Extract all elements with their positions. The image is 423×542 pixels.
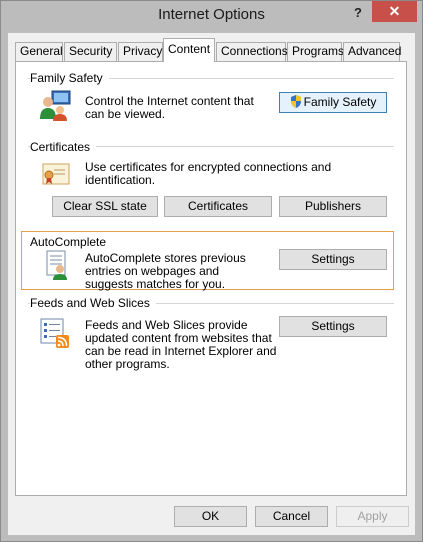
certificates-button[interactable]: Certificates — [164, 196, 272, 217]
autocomplete-description: AutoComplete stores previous entries on … — [85, 251, 246, 291]
tab-connections[interactable]: Connections — [216, 42, 288, 61]
ok-button[interactable]: OK — [174, 506, 247, 527]
help-button[interactable]: ? — [345, 2, 371, 24]
title-bar[interactable]: Internet Options ? ✕ — [1, 1, 422, 33]
tab-content[interactable]: Content — [163, 38, 215, 62]
family-safety-button[interactable]: Family Safety — [279, 92, 387, 113]
autocomplete-settings-button[interactable]: Settings — [279, 249, 387, 270]
feeds-heading: Feeds and Web Slices — [30, 296, 156, 310]
uac-shield-icon — [290, 95, 301, 108]
feeds-settings-button[interactable]: Settings — [279, 316, 387, 337]
close-button[interactable]: ✕ — [372, 1, 417, 22]
feeds-icon — [39, 317, 71, 352]
tab-general[interactable]: General — [15, 42, 63, 61]
autocomplete-heading: AutoComplete — [30, 235, 113, 249]
cancel-button[interactable]: Cancel — [255, 506, 328, 527]
dialog-client-area: General Security Privacy Content Connect… — [8, 33, 415, 535]
clear-ssl-state-button[interactable]: Clear SSL state — [52, 196, 158, 217]
content-tab-panel: Family Safety Control the Internet conte… — [15, 61, 407, 496]
internet-options-window: Internet Options ? ✕ General Security Pr… — [0, 0, 423, 542]
family-safety-description: Control the Internet content that can be… — [85, 94, 254, 121]
publishers-button[interactable]: Publishers — [279, 196, 387, 217]
tab-advanced[interactable]: Advanced — [343, 42, 401, 61]
apply-button[interactable]: Apply — [336, 506, 409, 527]
family-safety-icon — [38, 89, 72, 126]
tab-programs[interactable]: Programs — [287, 42, 344, 61]
certificate-icon — [41, 159, 71, 192]
tab-security[interactable]: Security — [64, 42, 117, 61]
certificates-description: Use certificates for encrypted connectio… — [85, 160, 332, 187]
feeds-description: Feeds and Web Slices provide updated con… — [85, 318, 277, 371]
autocomplete-icon — [43, 249, 71, 284]
certificates-heading: Certificates — [30, 140, 97, 154]
tab-privacy[interactable]: Privacy — [118, 42, 163, 61]
family-safety-heading: Family Safety — [30, 71, 109, 85]
family-safety-button-label: Family Safety — [303, 95, 377, 109]
